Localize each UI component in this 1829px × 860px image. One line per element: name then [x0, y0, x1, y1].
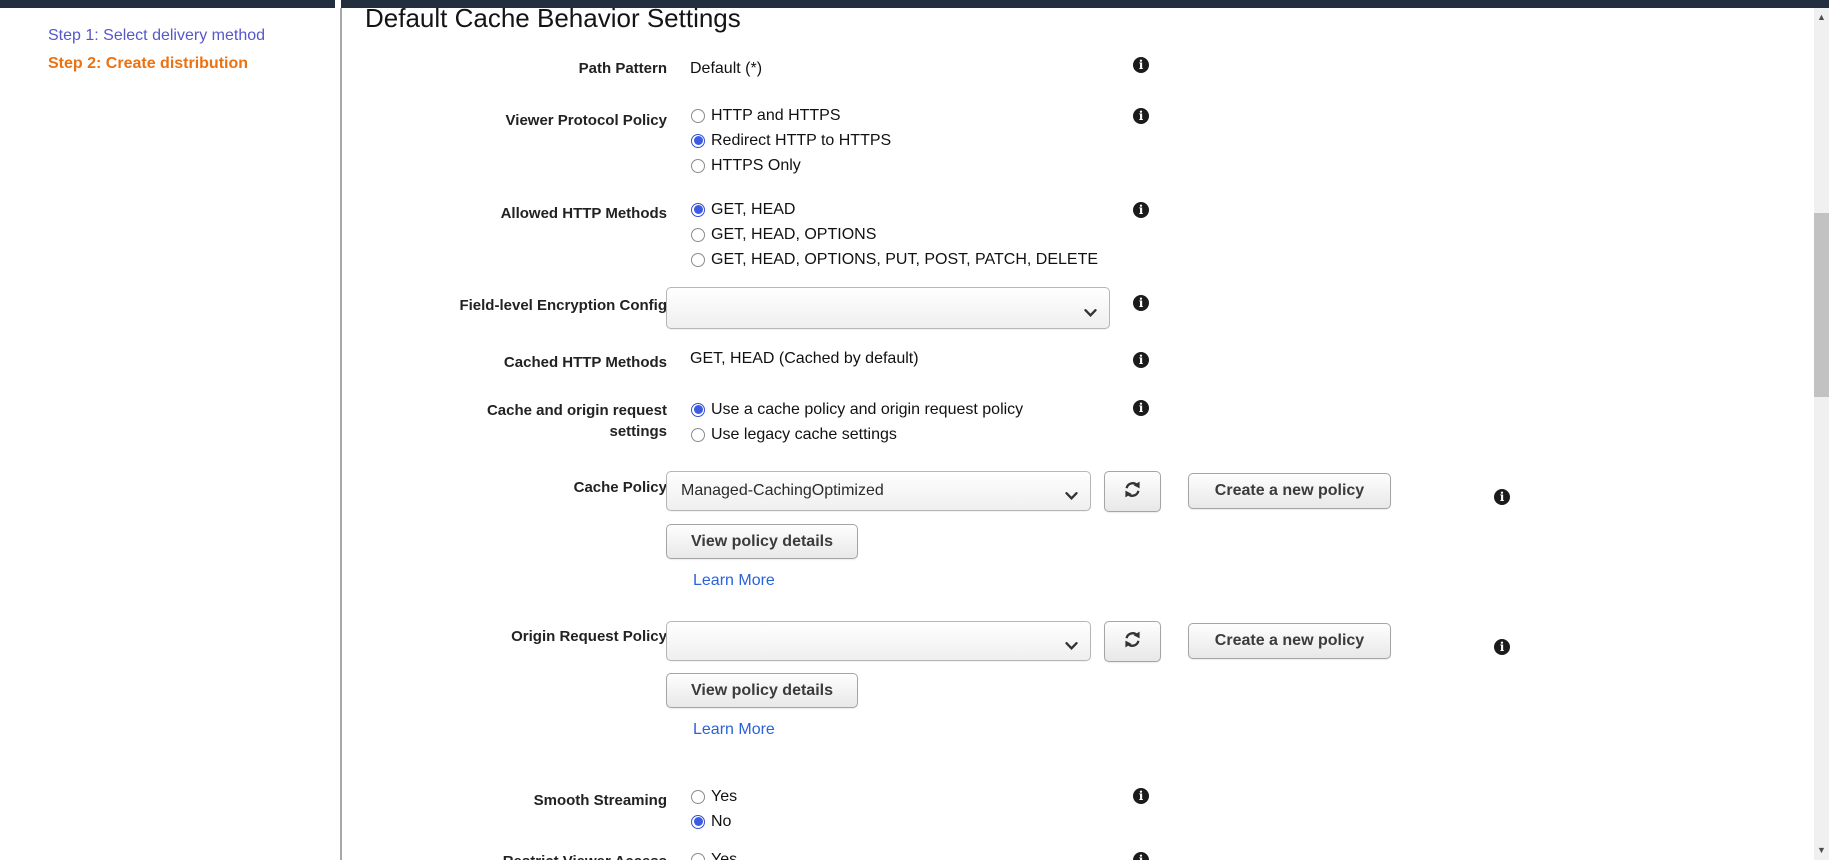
radio-icon[interactable]: [691, 159, 705, 173]
radio-option-https-only[interactable]: HTTPS Only: [691, 156, 801, 175]
path-pattern-label: Path Pattern: [380, 58, 667, 79]
radio-option-use-cache-policy[interactable]: Use a cache policy and origin request po…: [691, 400, 1023, 419]
viewer-protocol-policy-label: Viewer Protocol Policy: [380, 110, 667, 131]
radio-icon[interactable]: [691, 228, 705, 242]
radio-option-all-methods[interactable]: GET, HEAD, OPTIONS, PUT, POST, PATCH, DE…: [691, 250, 1098, 269]
radio-option-label: GET, HEAD: [711, 200, 795, 219]
info-icon[interactable]: [1494, 489, 1510, 505]
cache-policy-view-details-button[interactable]: View policy details: [666, 524, 858, 559]
allowed-http-methods-label: Allowed HTTP Methods: [380, 203, 667, 224]
radio-icon[interactable]: [691, 253, 705, 267]
cache-policy-refresh-button[interactable]: [1104, 471, 1161, 512]
label-line-1: Cache and origin request: [487, 402, 667, 419]
scrollbar-thumb[interactable]: [1814, 213, 1829, 397]
radio-icon[interactable]: [691, 428, 705, 442]
info-icon[interactable]: [1133, 202, 1149, 218]
radio-icon-selected[interactable]: [691, 134, 705, 148]
label-line-2: settings: [609, 423, 667, 440]
refresh-icon: [1123, 480, 1142, 504]
radio-icon-selected[interactable]: [691, 815, 705, 829]
radio-option-restrict-viewer-access-yes[interactable]: Yes: [691, 850, 737, 860]
info-icon[interactable]: [1494, 639, 1510, 655]
path-pattern-value: Default (*): [690, 59, 762, 78]
chevron-down-icon: [1084, 304, 1097, 322]
radio-option-label: Redirect HTTP to HTTPS: [711, 131, 891, 150]
radio-icon[interactable]: [691, 109, 705, 123]
cache-policy-learn-more-link[interactable]: Learn More: [693, 572, 775, 590]
radio-option-smooth-streaming-yes[interactable]: Yes: [691, 787, 737, 806]
radio-option-redirect-http-to-https[interactable]: Redirect HTTP to HTTPS: [691, 131, 891, 150]
scrollbar-down-arrow-icon[interactable]: ▼: [1814, 843, 1829, 857]
sidebar-step-1-link[interactable]: Step 1: Select delivery method: [48, 27, 265, 45]
vertical-scrollbar[interactable]: ▲ ▼: [1814, 8, 1829, 860]
radio-option-smooth-streaming-no[interactable]: No: [691, 812, 731, 831]
radio-option-use-legacy-cache[interactable]: Use legacy cache settings: [691, 425, 897, 444]
cache-origin-settings-label: Cache and origin request settings: [380, 400, 667, 442]
cache-policy-label: Cache Policy: [380, 477, 667, 498]
origin-request-policy-view-details-button[interactable]: View policy details: [666, 673, 858, 708]
radio-option-label: GET, HEAD, OPTIONS, PUT, POST, PATCH, DE…: [711, 250, 1098, 269]
info-icon[interactable]: [1133, 57, 1149, 73]
origin-request-policy-select[interactable]: [666, 621, 1091, 661]
radio-option-label: HTTP and HTTPS: [711, 106, 841, 125]
sidebar-divider: [340, 8, 342, 860]
info-icon[interactable]: [1133, 852, 1149, 860]
radio-option-get-head[interactable]: GET, HEAD: [691, 200, 795, 219]
radio-option-label: No: [711, 812, 731, 831]
sidebar-step-2-current: Step 2: Create distribution: [48, 55, 248, 73]
radio-option-label: HTTPS Only: [711, 156, 801, 175]
radio-option-label: Use a cache policy and origin request po…: [711, 400, 1023, 419]
info-icon[interactable]: [1133, 108, 1149, 124]
info-icon[interactable]: [1133, 400, 1149, 416]
radio-option-http-and-https[interactable]: HTTP and HTTPS: [691, 106, 841, 125]
smooth-streaming-label: Smooth Streaming: [380, 790, 667, 811]
create-distribution-page: Step 1: Select delivery method Step 2: C…: [0, 0, 1829, 860]
cache-policy-value: Managed-CachingOptimized: [681, 482, 884, 500]
info-icon[interactable]: [1133, 352, 1149, 368]
radio-option-label: GET, HEAD, OPTIONS: [711, 225, 876, 244]
field-level-encryption-select[interactable]: [666, 287, 1110, 329]
radio-icon-selected[interactable]: [691, 403, 705, 417]
refresh-icon: [1123, 630, 1142, 654]
radio-icon-selected[interactable]: [691, 203, 705, 217]
radio-option-label: Use legacy cache settings: [711, 425, 897, 444]
radio-option-label: Yes: [711, 850, 737, 860]
chevron-down-icon: [1065, 487, 1078, 505]
top-bar-gap: [335, 0, 341, 8]
scrollbar-up-arrow-icon[interactable]: ▲: [1814, 10, 1829, 24]
radio-option-get-head-options[interactable]: GET, HEAD, OPTIONS: [691, 225, 876, 244]
radio-icon[interactable]: [691, 853, 705, 860]
cache-policy-create-new-button[interactable]: Create a new policy: [1188, 473, 1391, 509]
chevron-down-icon: [1065, 637, 1078, 655]
restrict-viewer-access-label: Restrict Viewer Access: [380, 851, 667, 860]
origin-request-policy-refresh-button[interactable]: [1104, 621, 1161, 662]
cache-policy-select[interactable]: Managed-CachingOptimized: [666, 471, 1091, 511]
origin-request-policy-label: Origin Request Policy: [380, 626, 667, 647]
section-title: Default Cache Behavior Settings: [365, 3, 741, 34]
field-level-encryption-config-label: Field-level Encryption Config: [380, 295, 667, 316]
cached-http-methods-value: GET, HEAD (Cached by default): [690, 349, 919, 368]
info-icon[interactable]: [1133, 788, 1149, 804]
origin-request-policy-learn-more-link[interactable]: Learn More: [693, 721, 775, 739]
radio-option-label: Yes: [711, 787, 737, 806]
radio-icon[interactable]: [691, 790, 705, 804]
cached-http-methods-label: Cached HTTP Methods: [380, 352, 667, 373]
origin-request-policy-create-new-button[interactable]: Create a new policy: [1188, 623, 1391, 659]
top-dark-bar: [0, 0, 1829, 8]
info-icon[interactable]: [1133, 295, 1149, 311]
